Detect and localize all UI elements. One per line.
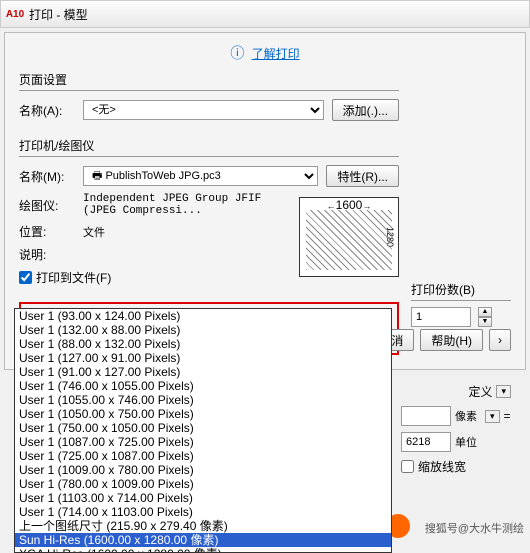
where-value: 文件 bbox=[83, 224, 105, 240]
scale-lineweight-label: 缩放线宽 bbox=[418, 458, 466, 475]
desc-label: 说明: bbox=[19, 246, 75, 263]
copies-input[interactable] bbox=[411, 307, 471, 327]
printer-name-label: 名称(M): bbox=[19, 168, 75, 185]
paper-size-option[interactable]: Sun Hi-Res (1600.00 x 1280.00 像素) bbox=[15, 533, 391, 547]
pagesetup-name-select[interactable]: <无> bbox=[83, 100, 324, 120]
window-title: 打印 - 模型 bbox=[29, 6, 88, 23]
info-icon: ⓘ bbox=[230, 45, 244, 61]
paper-size-option[interactable]: 上一个图纸尺寸 (215.90 x 279.40 像素) bbox=[15, 519, 391, 533]
app-icon: A10 bbox=[7, 6, 23, 22]
scale-lineweight-checkbox[interactable] bbox=[401, 460, 414, 473]
paper-size-option[interactable]: User 1 (1087.00 x 725.00 Pixels) bbox=[15, 435, 391, 449]
paper-size-option[interactable]: User 1 (714.00 x 1103.00 Pixels) bbox=[15, 505, 391, 519]
paper-size-option[interactable]: User 1 (746.00 x 1055.00 Pixels) bbox=[15, 379, 391, 393]
paper-size-option[interactable]: User 1 (1055.00 x 746.00 Pixels) bbox=[15, 393, 391, 407]
printer-group: 打印机/绘图仪 名称(M): 🖶 PublishToWeb JPG.pc3 特性… bbox=[19, 137, 399, 292]
chevron-down-icon[interactable]: ▾ bbox=[485, 410, 500, 423]
window-titlebar: A10 打印 - 模型 bbox=[0, 0, 530, 28]
unit2-input[interactable] bbox=[401, 432, 451, 452]
unit2-label: 单位 bbox=[455, 434, 481, 450]
copies-spinner[interactable]: ▲▼ bbox=[478, 307, 492, 327]
fit-label: 定义 bbox=[468, 383, 492, 400]
paper-size-option[interactable]: User 1 (132.00 x 88.00 Pixels) bbox=[15, 323, 391, 337]
pagesetup-name-label: 名称(A): bbox=[19, 102, 75, 119]
printer-legend: 打印机/绘图仪 bbox=[19, 137, 399, 157]
plotter-label: 绘图仪: bbox=[19, 197, 75, 214]
chevron-down-icon[interactable]: ▾ bbox=[496, 385, 511, 398]
paper-size-option[interactable]: User 1 (725.00 x 1087.00 Pixels) bbox=[15, 449, 391, 463]
watermark-text: 搜狐号@大水牛测绘 bbox=[425, 520, 524, 536]
paper-size-option[interactable]: User 1 (780.00 x 1009.00 Pixels) bbox=[15, 477, 391, 491]
paper-preview: ←1600→ 1280 bbox=[299, 197, 399, 277]
expand-button[interactable]: › bbox=[489, 329, 511, 351]
help-button[interactable]: 帮助(H) bbox=[420, 329, 483, 351]
paper-size-option[interactable]: XGA Hi-Res (1600.00 x 1280.00 像素) bbox=[15, 547, 391, 553]
page-setup-legend: 页面设置 bbox=[19, 71, 399, 91]
chevron-right-icon: › bbox=[498, 333, 502, 347]
plotter-value: Independent JPEG Group JFIF (JPEG Compre… bbox=[83, 193, 289, 217]
learn-print-link[interactable]: 了解打印 bbox=[252, 47, 300, 61]
where-label: 位置: bbox=[19, 223, 75, 240]
printer-name-select[interactable]: 🖶 PublishToWeb JPG.pc3 bbox=[83, 166, 318, 186]
spinner-down-icon: ▼ bbox=[478, 317, 492, 327]
page-setup-group: 页面设置 名称(A): <无> 添加(.)... bbox=[19, 71, 399, 127]
equals-label: = bbox=[504, 409, 511, 423]
paper-size-option[interactable]: User 1 (1009.00 x 780.00 Pixels) bbox=[15, 463, 391, 477]
paper-size-dropdown[interactable]: User 1 (93.00 x 124.00 Pixels)User 1 (13… bbox=[14, 308, 392, 553]
info-row: ⓘ 了解打印 bbox=[19, 43, 511, 63]
unit1-input[interactable] bbox=[401, 406, 451, 426]
paper-size-option[interactable]: User 1 (127.00 x 91.00 Pixels) bbox=[15, 351, 391, 365]
add-button[interactable]: 添加(.)... bbox=[332, 99, 399, 121]
paper-size-option[interactable]: User 1 (91.00 x 127.00 Pixels) bbox=[15, 365, 391, 379]
print-to-file-checkbox[interactable] bbox=[19, 271, 32, 284]
paper-size-option[interactable]: User 1 (750.00 x 1050.00 Pixels) bbox=[15, 421, 391, 435]
paper-size-option[interactable]: User 1 (1103.00 x 714.00 Pixels) bbox=[15, 491, 391, 505]
paper-size-option[interactable]: User 1 (1050.00 x 750.00 Pixels) bbox=[15, 407, 391, 421]
spinner-up-icon: ▲ bbox=[478, 307, 492, 317]
properties-button[interactable]: 特性(R)... bbox=[326, 165, 399, 187]
unit1-label: 像素 bbox=[455, 408, 481, 424]
paper-size-option[interactable]: User 1 (93.00 x 124.00 Pixels) bbox=[15, 309, 391, 323]
paper-size-option[interactable]: User 1 (88.00 x 132.00 Pixels) bbox=[15, 337, 391, 351]
copies-legend: 打印份数(B) bbox=[411, 281, 511, 301]
print-to-file-label: 打印到文件(F) bbox=[36, 269, 111, 286]
